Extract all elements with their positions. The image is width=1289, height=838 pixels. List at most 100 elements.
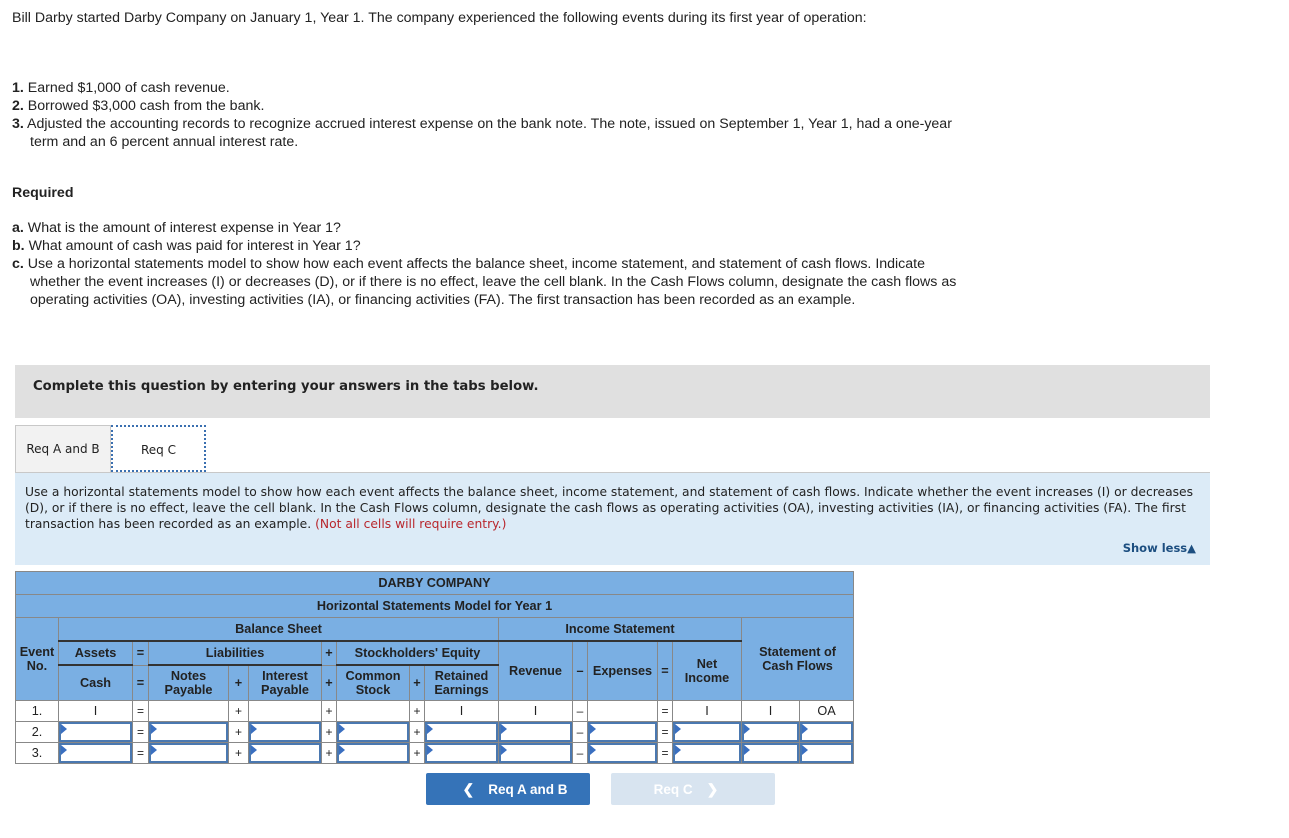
event-text: Borrowed $3,000 cash from the bank. <box>27 98 265 114</box>
retained-earnings-input[interactable] <box>425 722 498 742</box>
prev-req-a-and-b-button[interactable]: ❮ Req A and B <box>426 773 590 805</box>
interest-payable-cell <box>248 700 322 722</box>
equals-sign: = <box>657 640 673 701</box>
plus-sign: + <box>321 700 337 722</box>
cash-flow-amount-input[interactable] <box>742 743 799 763</box>
equity-header: Stockholders' Equity <box>336 640 499 666</box>
cash-cell: I <box>58 700 133 722</box>
required-heading: Required <box>12 185 74 201</box>
retained-earnings-input[interactable] <box>425 743 498 763</box>
tab-req-a-and-b[interactable]: Req A and B <box>15 425 111 472</box>
plus-sign: + <box>409 664 425 701</box>
interest-payable-header: Interest Payable <box>248 664 322 701</box>
cash-input[interactable] <box>59 743 132 763</box>
triangle-up-icon: ▲ <box>1187 541 1196 555</box>
assets-header: Assets <box>58 640 133 666</box>
panel-instructions: Use a horizontal statements model to sho… <box>25 485 1193 531</box>
retained-earnings-cell: I <box>424 700 499 722</box>
interest-payable-input[interactable] <box>249 722 321 742</box>
tab-req-c[interactable]: Req C <box>111 425 206 472</box>
instructions-panel: Use a horizontal statements model to sho… <box>15 473 1210 565</box>
notes-payable-input[interactable] <box>149 722 228 742</box>
required-label: b. <box>12 238 25 254</box>
show-less-link[interactable]: Show less▲ <box>1123 541 1196 555</box>
notes-payable-header: Notes Payable <box>148 664 229 701</box>
cash-flows-header: Statement of Cash Flows <box>741 617 854 701</box>
event-item: 3. Adjusted the accounting records to re… <box>12 115 962 151</box>
balance-sheet-header: Balance Sheet <box>58 617 499 642</box>
equals-sign: = <box>132 640 149 666</box>
minus-sign: – <box>572 640 588 701</box>
required-list: a. What is the amount of interest expens… <box>12 219 962 309</box>
plus-sign: + <box>228 664 249 701</box>
common-stock-input[interactable] <box>337 743 409 763</box>
intro-text: Bill Darby started Darby Company on Janu… <box>12 10 867 26</box>
net-income-input[interactable] <box>673 743 741 763</box>
minus-sign: – <box>572 742 588 764</box>
instruction-text: Complete this question by entering your … <box>33 379 539 394</box>
common-stock-header: Common Stock <box>336 664 410 701</box>
interest-payable-input[interactable] <box>249 743 321 763</box>
revenue-input[interactable] <box>499 743 572 763</box>
revenue-input[interactable] <box>499 722 572 742</box>
instruction-bar: Complete this question by entering your … <box>15 365 1210 418</box>
plus-sign: + <box>321 640 337 666</box>
cash-flow-activity-cell: OA <box>799 700 854 722</box>
required-label: c. <box>12 256 24 272</box>
equals-sign: = <box>657 721 673 743</box>
income-statement-header: Income Statement <box>498 617 742 642</box>
event-number: 3. <box>15 742 59 764</box>
net-income-header: Net Income <box>672 640 742 701</box>
net-income-input[interactable] <box>673 722 741 742</box>
required-text: Use a horizontal statements model to sho… <box>27 256 957 308</box>
liabilities-header: Liabilities <box>148 640 322 666</box>
event-number: 2. <box>12 98 24 114</box>
minus-sign: – <box>572 700 588 722</box>
expenses-header: Expenses <box>587 640 658 701</box>
equals-sign: = <box>132 742 149 764</box>
revenue-header: Revenue <box>498 640 573 701</box>
plus-sign: + <box>409 742 425 764</box>
prev-button-label: Req A and B <box>488 782 568 797</box>
minus-sign: – <box>572 721 588 743</box>
table-row: 3. = + + + – = <box>15 742 854 764</box>
company-name: DARBY COMPANY <box>15 571 854 595</box>
equals-sign: = <box>132 700 149 722</box>
event-number: 1. <box>15 700 59 722</box>
event-number: 1. <box>12 80 24 96</box>
event-item: 2. Borrowed $3,000 cash from the bank. <box>12 97 962 115</box>
event-number: 2. <box>15 721 59 743</box>
event-number: 3. <box>12 116 24 132</box>
required-text: What is the amount of interest expense i… <box>27 220 341 236</box>
horizontal-statements-table: DARBY COMPANY Horizontal Statements Mode… <box>15 571 854 764</box>
common-stock-input[interactable] <box>337 722 409 742</box>
event-no-header: Event No. <box>15 617 59 701</box>
equals-sign: = <box>657 700 673 722</box>
retained-earnings-header: Retained Earnings <box>424 664 499 701</box>
equals-sign: = <box>132 664 149 701</box>
required-text: What amount of cash was paid for interes… <box>28 238 361 254</box>
cash-flow-amount-input[interactable] <box>742 722 799 742</box>
cash-flow-activity-input[interactable] <box>800 743 853 763</box>
cash-header: Cash <box>58 664 133 701</box>
cash-flow-activity-input[interactable] <box>800 722 853 742</box>
plus-sign: + <box>409 700 425 722</box>
event-list: 1. Earned $1,000 of cash revenue. 2. Bor… <box>12 79 962 151</box>
event-item: 1. Earned $1,000 of cash revenue. <box>12 79 962 97</box>
chevron-right-icon: ❯ <box>706 781 719 797</box>
event-text: Adjusted the accounting records to recog… <box>27 116 952 150</box>
expenses-cell <box>587 700 658 722</box>
equals-sign: = <box>132 721 149 743</box>
plus-sign: + <box>321 664 337 701</box>
panel-text: Use a horizontal statements model to sho… <box>25 484 1200 532</box>
notes-payable-input[interactable] <box>149 743 228 763</box>
required-item: c. Use a horizontal statements model to … <box>12 255 962 309</box>
expenses-input[interactable] <box>588 743 657 763</box>
plus-sign: + <box>409 721 425 743</box>
plus-sign: + <box>228 742 249 764</box>
problem-intro: Bill Darby started Darby Company on Janu… <box>12 9 962 27</box>
cash-input[interactable] <box>59 722 132 742</box>
equals-sign: = <box>657 742 673 764</box>
cash-flow-amount-cell: I <box>741 700 800 722</box>
expenses-input[interactable] <box>588 722 657 742</box>
